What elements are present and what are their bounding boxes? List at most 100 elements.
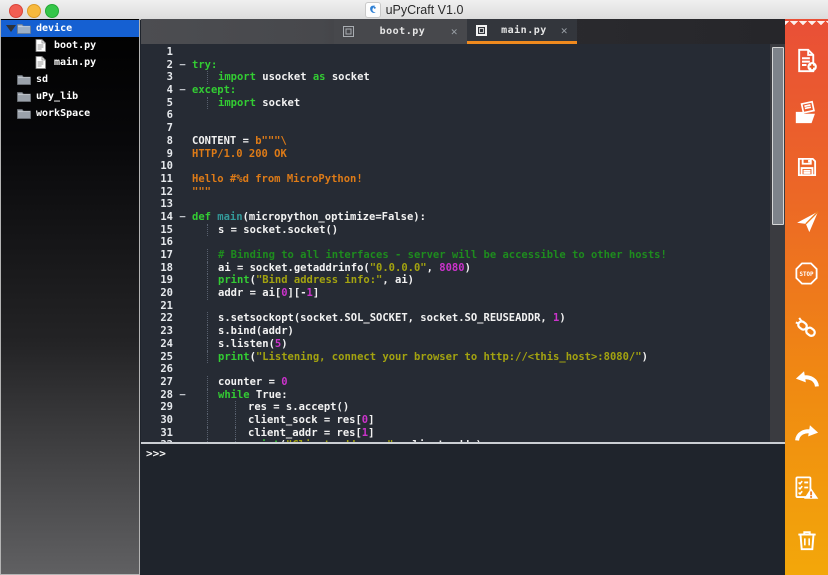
line-number: 19: [141, 274, 173, 287]
tab-main.py[interactable]: main.py ✕: [467, 19, 577, 44]
code-line: 12""": [141, 186, 770, 199]
toolbar-zigzag-decoration: [785, 21, 828, 28]
fold-column: [173, 427, 192, 440]
syntax-check-button[interactable]: [792, 472, 822, 502]
fold-column: [173, 173, 192, 186]
code-line: 25print("Listening, connect your browser…: [141, 351, 770, 364]
folder-icon: [17, 108, 33, 119]
redo-icon: [793, 420, 821, 448]
clear-icon: [794, 527, 820, 553]
toolbar-buttons: STOP: [785, 28, 828, 575]
tree-item-device[interactable]: device: [1, 20, 139, 37]
code-line: 4−except:: [141, 84, 770, 97]
save-file-button[interactable]: [792, 152, 822, 182]
code-text: res = s.accept(): [192, 401, 770, 414]
fold-column: [173, 274, 192, 287]
toolbar: STOP: [785, 19, 828, 575]
line-number: 11: [141, 173, 173, 186]
redo-button[interactable]: [792, 419, 822, 449]
fold-column: [173, 338, 192, 351]
line-number: 30: [141, 414, 173, 427]
line-number: 2: [141, 59, 173, 72]
code-line: 17# Binding to all interfaces - server w…: [141, 249, 770, 262]
line-number: 8: [141, 135, 173, 148]
tree-item-workSpace[interactable]: workSpace: [1, 105, 139, 122]
tab-close-icon[interactable]: ✕: [561, 25, 568, 36]
line-number: 7: [141, 122, 173, 135]
code-text: [192, 300, 770, 313]
line-number: 29: [141, 401, 173, 414]
console[interactable]: >>>: [141, 444, 785, 575]
fold-marker-icon[interactable]: −: [173, 59, 192, 72]
fold-column: [173, 401, 192, 414]
line-number: 28: [141, 389, 173, 402]
code-line: 8CONTENT = b"""\: [141, 135, 770, 148]
indent-guide: [207, 376, 208, 389]
fold-column: [173, 135, 192, 148]
undo-icon: [793, 366, 821, 394]
close-button[interactable]: [9, 4, 23, 18]
fold-column: [173, 109, 192, 122]
fold-marker-icon[interactable]: −: [173, 211, 192, 224]
code-text: [192, 122, 770, 135]
stop-button[interactable]: STOP: [792, 259, 822, 289]
code-line: 28−while True:: [141, 389, 770, 402]
indent-guide: [235, 427, 236, 440]
code-line: 26: [141, 363, 770, 376]
scrollbar-thumb[interactable]: [772, 47, 784, 225]
code-line: 29 res = s.accept(): [141, 401, 770, 414]
svg-text:STOP: STOP: [799, 272, 814, 278]
code-text: HTTP/1.0 200 OK: [192, 148, 770, 161]
tab-close-icon[interactable]: ✕: [451, 26, 458, 37]
app-window: uPyCraft V1.0 deviceboot.pymain.pysduPy_…: [0, 0, 828, 575]
code-line: 21: [141, 300, 770, 313]
minimize-button[interactable]: [27, 4, 41, 18]
expander-triangle-icon[interactable]: [5, 25, 17, 32]
indent-guide: [207, 427, 208, 440]
code-text: [192, 160, 770, 173]
fold-column: [173, 376, 192, 389]
fold-column: [173, 262, 192, 275]
line-number: 16: [141, 236, 173, 249]
fold-column: [173, 186, 192, 199]
fold-column: [173, 71, 192, 84]
tree-item-sd[interactable]: sd: [1, 71, 139, 88]
code-text: addr = ai[0][-1]: [192, 287, 770, 300]
code-line: 10: [141, 160, 770, 173]
tree-item-boot.py[interactable]: boot.py: [1, 37, 139, 54]
tree-item-uPy_lib[interactable]: uPy_lib: [1, 88, 139, 105]
tree-item-main.py[interactable]: main.py: [1, 54, 139, 71]
new-file-button[interactable]: [792, 46, 822, 76]
fold-column: [173, 198, 192, 211]
fold-marker-icon[interactable]: −: [173, 389, 192, 402]
open-file-button[interactable]: [792, 99, 822, 129]
download-run-button[interactable]: [792, 206, 822, 236]
code-editor[interactable]: 12−try:3import usocket as socket4−except…: [141, 44, 770, 442]
folder-icon: [17, 91, 33, 102]
tab-file-icon: [476, 25, 487, 36]
code-text: except:: [192, 84, 770, 97]
folder-icon: [17, 23, 33, 34]
code-line: 14−def main(micropython_optimize=False):: [141, 211, 770, 224]
code-text: [192, 198, 770, 211]
tree-item-label: boot.py: [54, 40, 96, 51]
tab-label: main.py: [495, 25, 553, 36]
tab-bar-spacer: [141, 19, 334, 44]
code-text: Hello #%d from MicroPython!: [192, 173, 770, 186]
connect-button[interactable]: [792, 312, 822, 342]
code-text: """: [192, 186, 770, 199]
fold-column: [173, 148, 192, 161]
undo-button[interactable]: [792, 365, 822, 395]
line-number: 9: [141, 148, 173, 161]
zoom-button[interactable]: [45, 4, 59, 18]
file-tree-panel: device boot.py main.pysduPy_libworkSpace: [0, 19, 140, 575]
editor-vertical-scrollbar[interactable]: [770, 44, 785, 442]
line-number: 24: [141, 338, 173, 351]
open-file-icon: [793, 100, 820, 127]
code-text: s.setsockopt(socket.SOL_SOCKET, socket.S…: [192, 312, 770, 325]
line-number: 27: [141, 376, 173, 389]
clear-button[interactable]: [792, 525, 822, 555]
tab-boot.py[interactable]: boot.py✕: [334, 19, 467, 44]
fold-marker-icon[interactable]: −: [173, 84, 192, 97]
line-number: 14: [141, 211, 173, 224]
